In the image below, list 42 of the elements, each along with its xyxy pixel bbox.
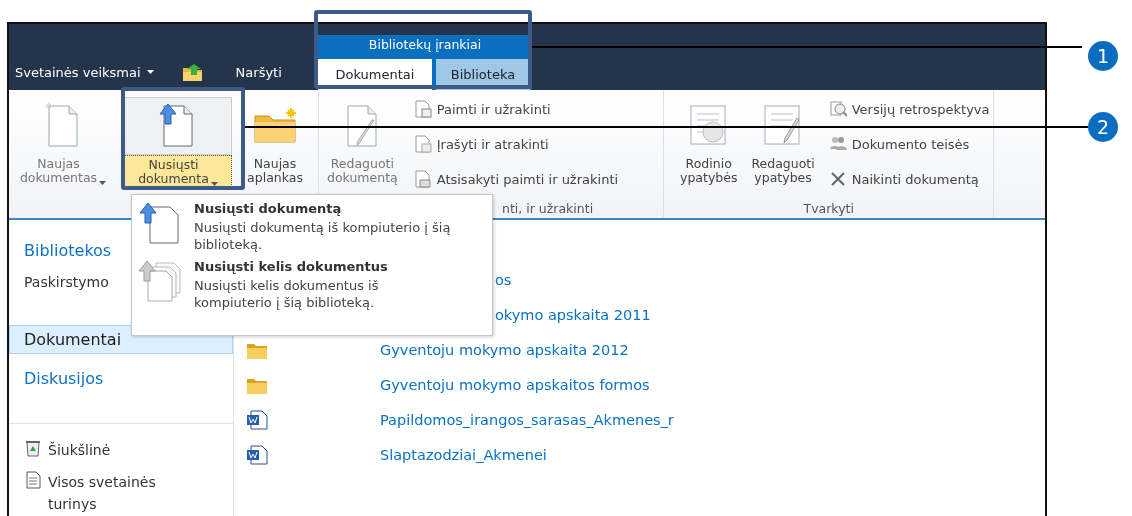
permissions-icon [828,135,847,153]
document-link[interactable]: okymo apskaita 2011 [495,306,651,323]
site-actions-menu[interactable]: Svetainės veiksmai [15,64,154,80]
group-label: Tvarkyti [803,200,854,216]
document-link[interactable]: Gyventoju mokymo apskaitos formos [380,376,650,393]
ribbon-button[interactable]: Naikinti dokumentą [828,170,990,188]
check-out-icon [413,100,432,118]
ribbon-button[interactable]: Atsisakyti paimti ir užrakinti [413,170,619,188]
document-link[interactable]: Papildomos_irangos_sarasas_Akmenes_r [380,411,674,428]
version-history-icon [828,100,847,118]
ribbon-button[interactable]: Dokumento teisės [828,135,990,153]
callout-badge: 2 [1088,112,1118,142]
word-document-icon [246,409,268,430]
delete-icon [828,170,847,188]
ribbon-button[interactable]: Versijų retrospektyva [828,100,990,118]
check-in-icon [413,135,432,153]
menu-item[interactable]: Nusiųsti kelis dokumentus Nusiųsti kelis dokumentus iš kompiuterio į šią biblioteką. [138,259,486,311]
ribbon-button[interactable]: Redaguoti ypatybes [747,96,819,188]
discard-check-out-icon [413,170,432,188]
callout-badge: 1 [1088,41,1118,71]
caret-icon [210,182,218,186]
ribbon-button[interactable]: Paimti ir užrakinti [413,100,619,118]
ribbon-button[interactable]: Rodinio ypatybės [676,96,742,188]
nav-link[interactable]: Diskusijos [9,364,233,393]
menu-item[interactable]: Nusiųsti dokumentą Nusiųsti dokumentą iš kompiuterio į šią biblioteką. [138,201,486,253]
word-document-icon [246,444,268,465]
group-label: nti, ir užrakinti [502,200,594,216]
context-group-label: Bibliotekų įrankiai [367,36,483,54]
new-folder-icon [251,106,299,146]
nav-link[interactable]: Šiukšlinė [9,434,233,466]
ribbon-button[interactable]: Įrašyti ir atrakinti [413,135,619,153]
caret-icon [146,70,154,74]
document-link[interactable]: os [495,271,512,288]
caret-icon [99,181,107,185]
nav-link[interactable]: Visos svetainės turinys [9,466,233,516]
upload-document-icon [138,201,182,245]
upload-multiple-icon [138,259,182,303]
recycle-bin-icon [24,439,42,457]
document-link[interactable]: Slaptazodziai_Akmenei [380,446,547,463]
document-icon [24,471,42,489]
document-link[interactable]: Gyventoju mokymo apskaita 2012 [380,341,629,358]
browse-tab[interactable]: Naršyti [235,64,282,80]
